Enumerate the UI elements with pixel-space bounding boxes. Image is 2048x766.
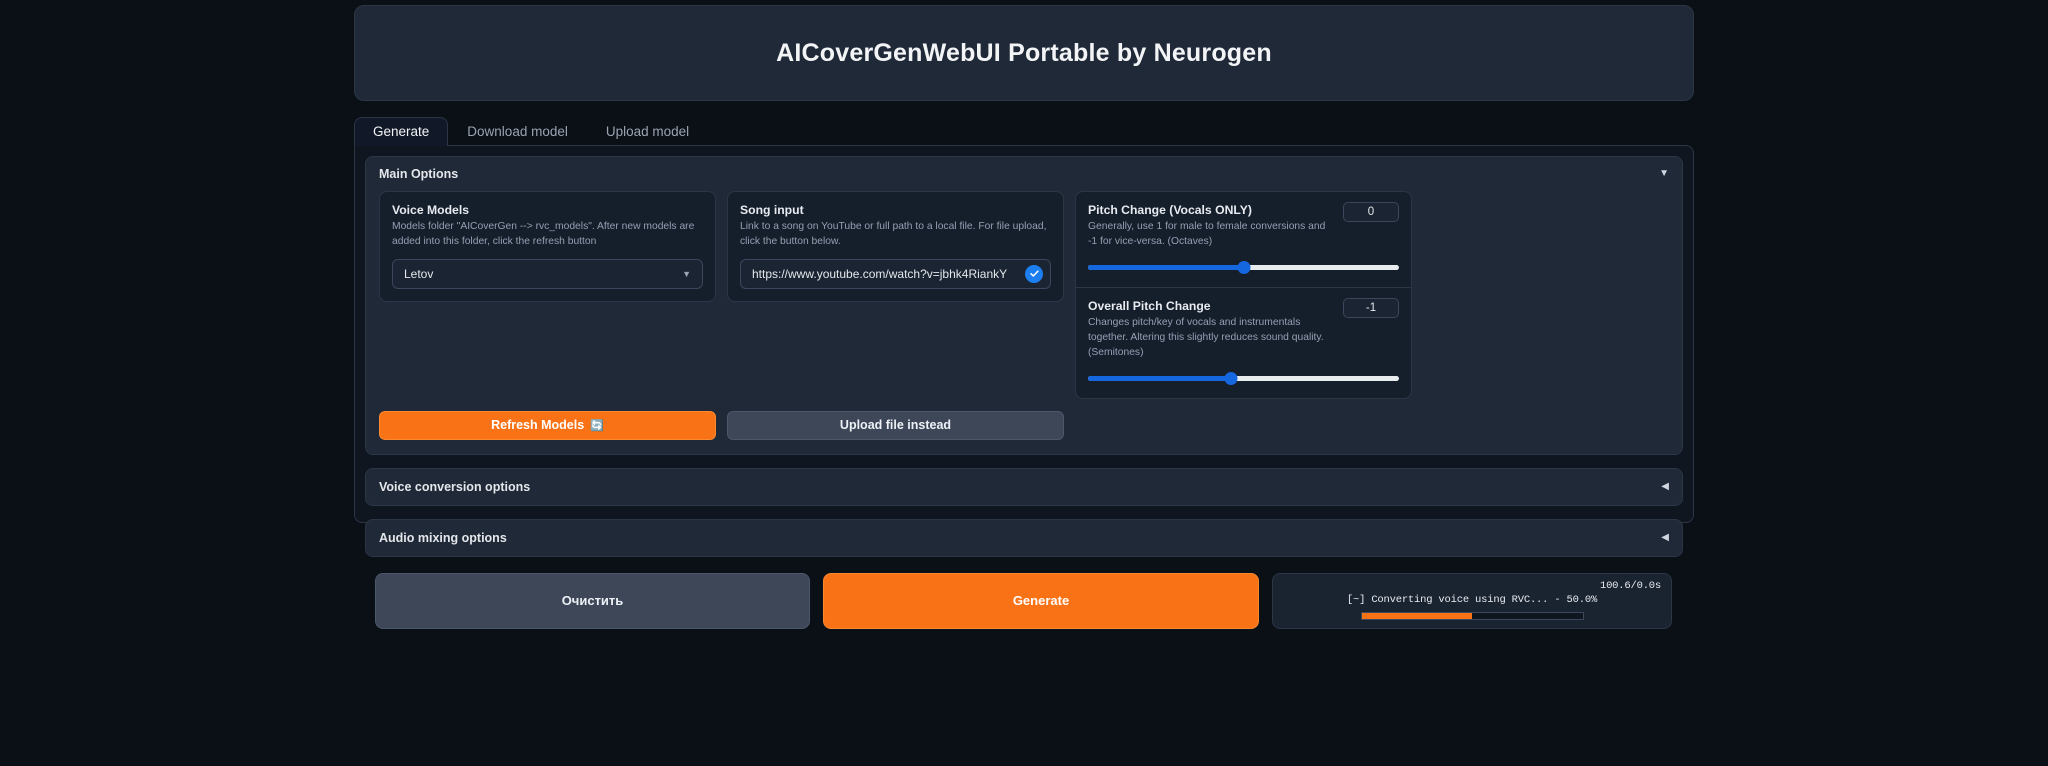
refresh-models-label: Refresh Models	[491, 418, 585, 433]
app-header: AICoverGenWebUI Portable by Neurogen	[354, 5, 1694, 101]
page-title: AICoverGenWebUI Portable by Neurogen	[776, 38, 1272, 67]
pitch-column: Pitch Change (Vocals ONLY) Generally, us…	[1075, 191, 1412, 399]
tab-download-model[interactable]: Download model	[448, 117, 587, 146]
voice-models-label: Voice Models	[392, 203, 469, 217]
pitch-change-vocals-number-input[interactable]: 0	[1343, 202, 1399, 222]
tab-upload-model[interactable]: Upload model	[587, 117, 708, 146]
pitch-options-group: Pitch Change (Vocals ONLY) Generally, us…	[1075, 191, 1412, 399]
song-input-column: Song input Link to a song on YouTube or …	[727, 191, 1064, 399]
accordion-voice-conversion-options: Voice conversion options ◀	[365, 467, 1683, 506]
refresh-models-button[interactable]: Refresh Models 🔄	[379, 410, 716, 440]
song-input-group: Song input Link to a song on YouTube or …	[727, 191, 1064, 302]
accordion-audio-mixing-options: Audio mixing options ◀	[365, 518, 1683, 557]
accordion-audio-mixing-options-title: Audio mixing options	[379, 530, 507, 545]
slider-fill	[1088, 375, 1232, 381]
chevron-down-icon[interactable]: ▼	[1659, 169, 1669, 179]
song-input-label: Song input	[740, 203, 804, 217]
accordion-main-options-title: Main Options	[379, 167, 459, 181]
voice-model-select[interactable]: Letov ▼	[392, 258, 703, 289]
bottom-action-row: Очистить Generate 100.6/0.0s [~] Convert…	[365, 572, 1683, 629]
overall-pitch-change-label: Overall Pitch Change	[1088, 298, 1211, 313]
chevron-left-icon[interactable]: ◀	[1661, 532, 1669, 543]
accordion-audio-mixing-options-header[interactable]: Audio mixing options ◀	[366, 520, 1682, 556]
song-input-info: Link to a song on YouTube or full path t…	[740, 221, 1047, 247]
status-panel: 100.6/0.0s [~] Converting voice using RV…	[1272, 572, 1672, 629]
main-options-button-row: Refresh Models 🔄 Upload file instead	[366, 410, 1682, 454]
check-icon[interactable]	[1025, 264, 1043, 283]
chevron-down-icon: ▼	[682, 268, 691, 279]
tab-generate[interactable]: Generate	[354, 117, 449, 146]
slider-thumb[interactable]	[1237, 260, 1250, 274]
overall-pitch-change-slider[interactable]	[1088, 371, 1399, 385]
chevron-left-icon[interactable]: ◀	[1661, 481, 1669, 492]
voice-model-selected-value: Letov	[404, 266, 434, 281]
upload-file-instead-button[interactable]: Upload file instead	[727, 410, 1064, 440]
slider-fill	[1088, 264, 1244, 270]
voice-models-column: Voice Models Models folder "AICoverGen -…	[379, 191, 716, 399]
refresh-icon: 🔄	[590, 419, 604, 432]
progress-bar	[1360, 611, 1584, 620]
status-message: [~] Converting voice using RVC... - 50.0…	[1346, 593, 1598, 606]
main-options-body: Voice Models Models folder "AICoverGen -…	[366, 189, 1682, 413]
overall-pitch-change-info: Changes pitch/key of vocals and instrume…	[1088, 316, 1324, 358]
progress-bar-fill	[1361, 612, 1472, 619]
overall-pitch-change-header: Overall Pitch Change Changes pitch/key o…	[1088, 297, 1399, 361]
tab-panel-generate: Main Options ▼ Voice Models Models folde…	[354, 145, 1694, 629]
pitch-change-vocals-header: Pitch Change (Vocals ONLY) Generally, us…	[1088, 202, 1399, 250]
overall-pitch-change-number-input[interactable]: -1	[1343, 297, 1399, 318]
pitch-change-vocals-label: Pitch Change (Vocals ONLY)	[1088, 203, 1252, 217]
pitch-change-vocals-info: Generally, use 1 for male to female conv…	[1088, 221, 1326, 247]
pitch-change-vocals-block: Pitch Change (Vocals ONLY) Generally, us…	[1076, 192, 1411, 287]
voice-models-info: Models folder "AICoverGen --> rvc_models…	[392, 221, 695, 247]
overall-pitch-change-block: Overall Pitch Change Changes pitch/key o…	[1076, 286, 1411, 398]
accordion-main-options-header[interactable]: Main Options ▼	[366, 157, 1682, 189]
voice-models-group: Voice Models Models folder "AICoverGen -…	[379, 191, 716, 302]
clear-button[interactable]: Очистить	[375, 572, 810, 629]
pitch-change-vocals-slider[interactable]	[1088, 260, 1399, 274]
app-container: AICoverGenWebUI Portable by Neurogen Gen…	[354, 0, 1694, 766]
status-timer: 100.6/0.0s	[1599, 579, 1661, 592]
tab-bar: Generate Download model Upload model	[354, 117, 1694, 146]
song-input-field-wrapper[interactable]: https://www.youtube.com/watch?v=jbhk4Ria…	[740, 258, 1051, 289]
accordion-voice-conversion-options-header[interactable]: Voice conversion options ◀	[366, 469, 1682, 505]
accordion-voice-conversion-options-title: Voice conversion options	[379, 479, 531, 494]
song-input-value[interactable]: https://www.youtube.com/watch?v=jbhk4Ria…	[752, 267, 1007, 281]
accordion-main-options: Main Options ▼ Voice Models Models folde…	[365, 156, 1683, 455]
generate-button[interactable]: Generate	[823, 572, 1259, 629]
slider-thumb[interactable]	[1224, 371, 1238, 385]
